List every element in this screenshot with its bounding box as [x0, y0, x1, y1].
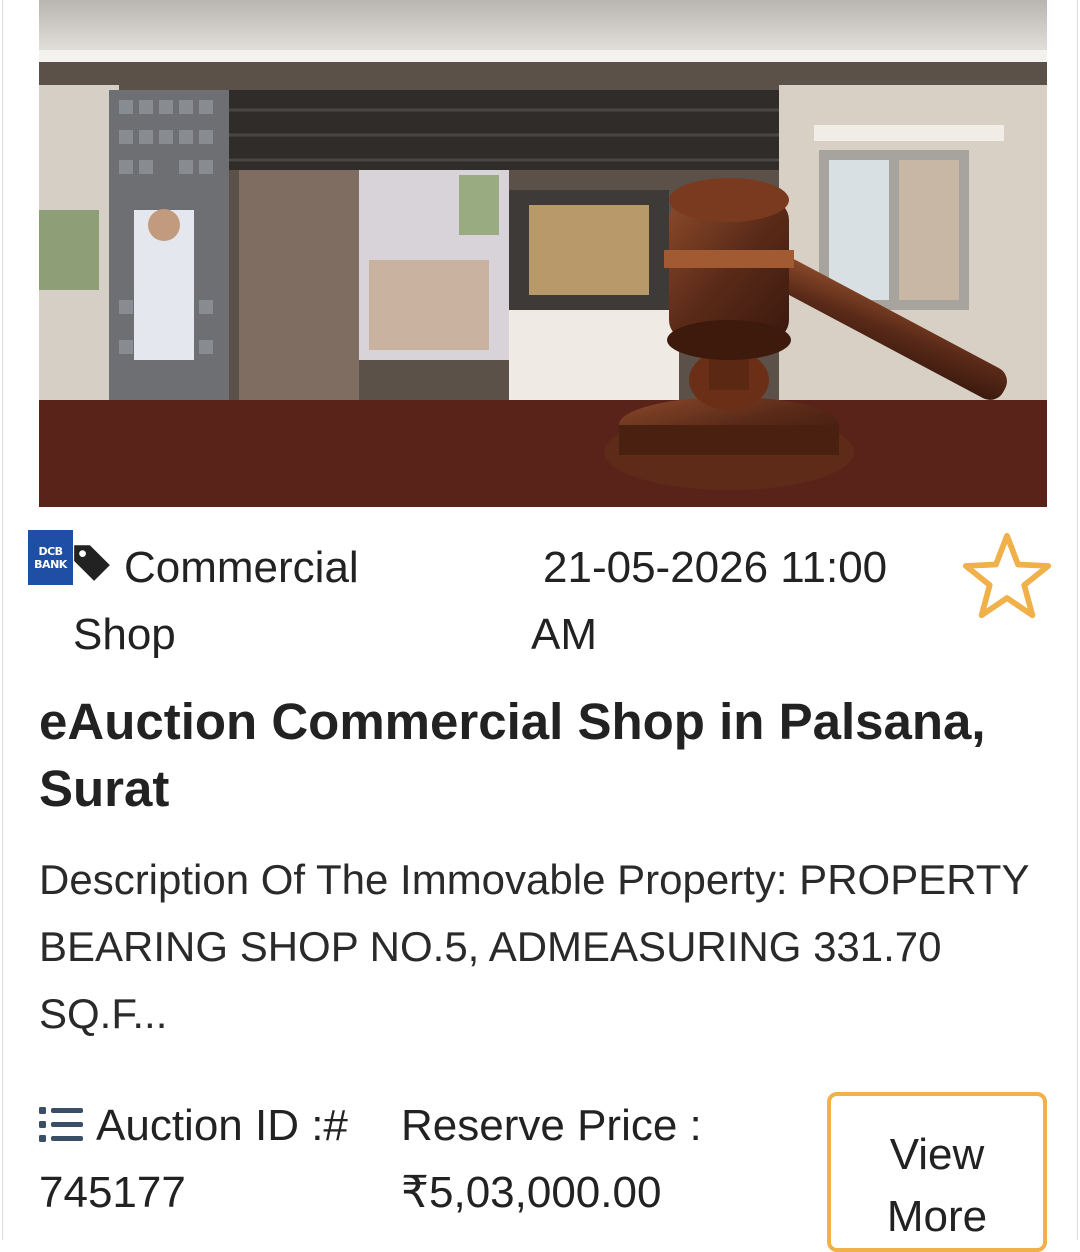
property-photo-illustration	[39, 0, 1047, 507]
bank-logo: DCB BANK	[28, 530, 73, 585]
property-image[interactable]	[39, 0, 1047, 507]
auction-id: Auction ID :# 745177	[39, 1101, 348, 1217]
star-outline-icon[interactable]	[959, 530, 1055, 622]
property-category: Commercial Shop	[73, 543, 359, 659]
auction-card: DCB BANK Commercial Shop 21-05-2026 11:0…	[2, 0, 1078, 1252]
listing-title[interactable]: eAuction Commercial Shop in Palsana, Sur…	[39, 688, 1049, 822]
bank-logo-line2: BANK	[34, 557, 67, 571]
listing-description: Description Of The Immovable Property: P…	[39, 856, 1029, 1037]
bank-logo-line1: DCB	[38, 544, 63, 558]
auction-datetime: 21-05-2026 11:00 AM	[531, 543, 888, 659]
reserve-price: Reserve Price : ₹5,03,000.00	[401, 1101, 702, 1217]
view-more-button[interactable]: View More	[827, 1092, 1047, 1252]
